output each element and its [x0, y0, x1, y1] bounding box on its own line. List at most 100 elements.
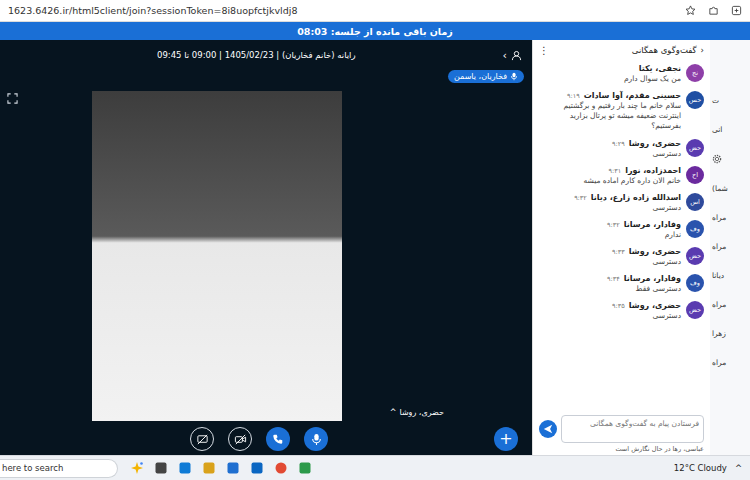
chat-message: وفوفادار، مرسانا۹:۳۴دسترسی فقط: [541, 274, 704, 294]
presenter-row: فخاریان، یاسمن: [0, 70, 532, 87]
taskbar: here to search 12°C Cloudy ^: [0, 455, 750, 480]
mic-icon: [510, 72, 518, 81]
sender-name: حضری، روشا: [629, 301, 681, 310]
explorer-icon[interactable]: [202, 461, 216, 475]
message-body: نجفی، یکتامن یک سوال دارم: [541, 64, 681, 84]
stage-header: رایانه (خانم فخاریان) | 1405/02/23 | 09:…: [0, 40, 532, 70]
share-icon: [196, 433, 209, 446]
user-list-item[interactable]: زهرا: [712, 329, 726, 338]
gear-icon[interactable]: [712, 154, 722, 164]
message-text: خانم الان داره کارم اماده میشه: [541, 176, 681, 186]
sender-name: حسینی مقدم، آوا سادات: [584, 91, 681, 100]
user-list-item[interactable]: مراه: [712, 242, 726, 251]
sender-name: نجفی، یکتا: [639, 64, 681, 73]
chat-menu-button[interactable]: ⋮: [539, 45, 549, 56]
users-toggle[interactable]: ‹: [503, 49, 522, 62]
media-controls: +: [0, 423, 532, 455]
message-text: سلام خانم ما چند بار رفتیم و برگشتیم این…: [541, 101, 681, 131]
user-list-panel: ت انی شما) مراه مراه دیانا مراه زهرا مراه: [710, 40, 750, 455]
message-text: ندارم: [541, 230, 681, 240]
user-list-item[interactable]: شما): [712, 184, 728, 193]
collapse-button[interactable]: ‹: [503, 49, 507, 62]
message-text: دسترسی: [541, 311, 681, 321]
message-list: نجنجفی، یکتامن یک سوال دارمحسحسینی مقدم،…: [533, 60, 710, 412]
sender-name: حضری، روشا: [629, 247, 681, 256]
mic-button[interactable]: [304, 427, 328, 451]
chat-header: ‹ گفت‌وگوی همگانی ⋮: [533, 40, 710, 60]
message-header: نجفی، یکتا: [541, 64, 681, 73]
message-header: حضری، روشا۹:۳۵: [541, 301, 681, 310]
star-icon[interactable]: [685, 5, 696, 16]
presenter-name: فخاریان، یاسمن: [454, 72, 507, 81]
sender-name: اسدالله زاده زارع، دیانا: [591, 193, 681, 202]
extension-icon[interactable]: [708, 5, 719, 16]
composer: [539, 415, 704, 443]
presenter-badge: فخاریان، یاسمن: [448, 70, 524, 83]
sender-name: احمدزاده، نورا: [625, 166, 681, 175]
browser-toolbar: 1623.6426.ir/html5client/join?sessionTok…: [0, 0, 750, 22]
user-list-item[interactable]: دیانا: [712, 271, 724, 280]
share-button[interactable]: [190, 427, 214, 451]
copilot-icon[interactable]: [130, 461, 144, 475]
send-button[interactable]: [539, 420, 557, 438]
address-bar[interactable]: 1623.6426.ir/html5client/join?sessionTok…: [8, 5, 679, 16]
camera-button[interactable]: [228, 427, 252, 451]
task-view-icon[interactable]: [154, 461, 168, 475]
send-icon[interactable]: [543, 424, 553, 434]
taskbar-apps: [118, 461, 312, 475]
user-avatar: وف: [686, 220, 704, 238]
tab-icon[interactable]: [731, 5, 742, 16]
chat-message: اح احمدزاده، نورا ۹:۳۱خانم الان داره کارم …: [541, 166, 704, 186]
message-header: حسینی مقدم، آوا سادات۹:۱۹: [541, 91, 681, 100]
chat-title: گفت‌وگوی همگانی: [632, 45, 697, 55]
user-list-item[interactable]: مراه: [712, 358, 726, 367]
sender-name: وفادار، مرسانا: [624, 274, 681, 283]
participant-name: حضری، روشا: [399, 408, 444, 417]
weather[interactable]: 12°C Cloudy: [674, 463, 727, 473]
message-time: ۹:۳۴: [607, 275, 620, 283]
browser-actions: [685, 5, 742, 16]
chrome-icon[interactable]: [274, 461, 288, 475]
message-time: ۹:۲۹: [612, 140, 625, 148]
user-list-item[interactable]: ت: [712, 96, 719, 105]
chat-panel: ‹گفت‌وگوی همگانی⋮نجنجفی، یکتامن یک سوال …: [532, 40, 710, 455]
user-list-item[interactable]: مراه: [712, 213, 726, 222]
actions-button[interactable]: +: [494, 427, 518, 451]
message-body: حضری، روشا۹:۲۹دسترسی: [541, 139, 681, 159]
meeting-main: رایانه (خانم فخاریان) | 1405/02/23 | 09:…: [0, 40, 750, 455]
chat-close-button[interactable]: ‹: [701, 45, 704, 55]
message-input[interactable]: [561, 415, 704, 443]
user-list-item[interactable]: انی: [712, 125, 722, 134]
taskbar-search[interactable]: here to search: [0, 459, 118, 478]
video-area: حضری، روشا^: [0, 87, 532, 423]
fullscreen-icon[interactable]: [7, 93, 18, 104]
user-avatar: اح: [686, 166, 704, 184]
camera-icon: [234, 433, 247, 446]
app-icon[interactable]: [298, 461, 312, 475]
user-avatar: اس: [686, 193, 704, 211]
message-body: حضری، روشا۹:۳۳دسترسی: [541, 247, 681, 267]
user-list-item[interactable]: مراه: [712, 300, 726, 309]
message-header: وفادار، مرسانا ۹:۳۴: [541, 274, 681, 283]
message-time: ۹:۳۲: [574, 194, 587, 202]
video-menu-caret[interactable]: ^: [390, 408, 397, 417]
typing-indicator: عباسی، رها در حال نگارش است: [539, 445, 704, 453]
user-avatar: حض: [686, 247, 704, 265]
edge-icon[interactable]: [178, 461, 192, 475]
message-time: ۹:۳۳: [612, 248, 625, 256]
chat-message: اس اسدالله زاده زارع، دیانا ۹:۳۲دسترسی: [541, 193, 704, 213]
sender-name: وفادار، مرسانا: [624, 220, 681, 229]
message-time: ۹:۳۱: [608, 167, 621, 175]
store-icon[interactable]: [250, 461, 264, 475]
person-icon[interactable]: [511, 50, 522, 61]
user-avatar: حس: [686, 91, 704, 109]
video-stage: رایانه (خانم فخاریان) | 1405/02/23 | 09:…: [0, 40, 532, 455]
message-header: اسدالله زاده زارع، دیانا ۹:۳۲: [541, 193, 681, 202]
phone-button[interactable]: [266, 427, 290, 451]
sender-name: حضری، روشا: [629, 139, 681, 148]
tray-expand[interactable]: ^: [735, 463, 742, 473]
system-tray: 12°C Cloudy ^: [674, 463, 750, 473]
mail-icon[interactable]: [226, 461, 240, 475]
message-text: دسترسی فقط: [541, 284, 681, 294]
message-text: دسترسی: [541, 203, 681, 213]
